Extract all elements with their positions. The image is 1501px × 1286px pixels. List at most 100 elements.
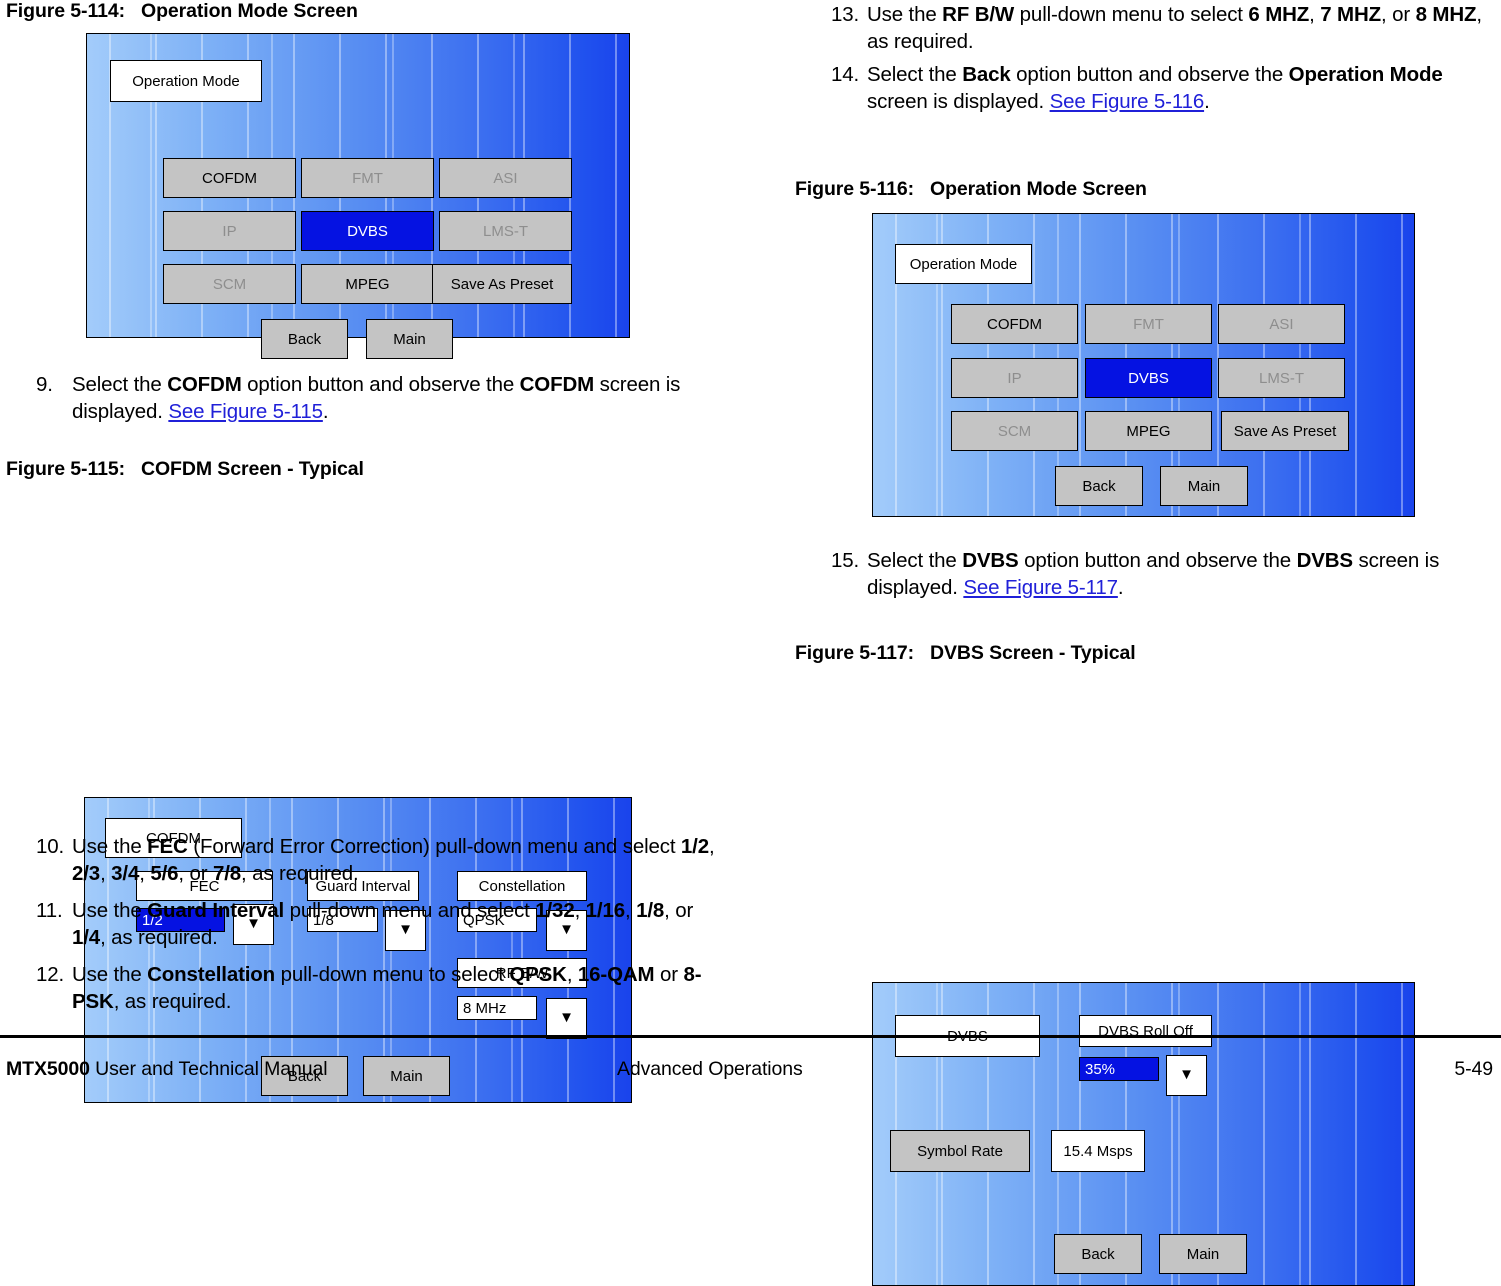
step-text: screen is displayed. [867, 89, 1050, 113]
step-emphasis: FEC [147, 835, 188, 858]
footer-page-number: 5-49 [1454, 1058, 1493, 1080]
step-emphasis: DVBS [1296, 549, 1354, 572]
step-text: pull-down menu to select [1014, 3, 1249, 26]
option-button-scm[interactable]: SCM [163, 264, 296, 304]
option-button-cofdm[interactable]: COFDM [163, 158, 296, 198]
option-button-cofdm[interactable]: COFDM [951, 304, 1078, 344]
symbol-rate-value: 15.4 Msps [1063, 1142, 1133, 1160]
step-12-number: 12. [36, 963, 65, 986]
step-option: 1/8 [636, 899, 665, 922]
main-button-label: Main [393, 330, 426, 348]
step-option: 2/3 [72, 861, 101, 885]
dvbs-roll-off-dropdown-arrow[interactable]: ▼ [1166, 1055, 1207, 1096]
step-15-number: 15. [831, 549, 860, 572]
main-button-label: Main [390, 1067, 423, 1085]
option-button-dvbs[interactable]: DVBS [301, 211, 434, 251]
back-button-label: Back [287, 330, 322, 348]
option-button-save-as-preset[interactable]: Save As Preset [432, 264, 572, 304]
option-button-save-as-preset[interactable]: Save As Preset [1221, 411, 1349, 451]
cross-reference-link-115[interactable]: See Figure 5-115 [168, 400, 323, 423]
step-10-body: Use the FEC (Forward Error Correction) p… [72, 835, 715, 885]
option-button-mpeg[interactable]: MPEG [301, 264, 434, 304]
step-13-number: 13. [831, 3, 860, 26]
screen-title-label: Operation Mode [132, 72, 240, 90]
step-option: 8 MHZ [1415, 3, 1477, 26]
back-button-label: Back [1081, 1245, 1115, 1263]
step-option: 1/32 [535, 899, 575, 922]
option-button-label: DVBS [347, 222, 388, 240]
option-button-label: COFDM [202, 169, 257, 187]
step-text: pull-down menu to select [275, 963, 510, 986]
figure-5-117-caption: Figure 5-117: DVBS Screen - Typical [795, 642, 1136, 665]
main-button[interactable]: Main [1159, 1234, 1247, 1274]
step-text: option button and observe the [241, 373, 520, 396]
step-text: Select the [867, 549, 963, 572]
figure-5-114-caption-title: Operation Mode Screen [141, 0, 358, 22]
cross-reference-link-117[interactable]: See Figure 5-117 [963, 576, 1118, 599]
option-button-ip[interactable]: IP [163, 211, 296, 251]
step-emphasis: RF B/W [942, 3, 1015, 26]
step-text: pull-down menu and select [284, 899, 536, 922]
option-button-fmt[interactable]: FMT [1085, 304, 1212, 344]
step-text: . [1204, 89, 1210, 113]
back-button[interactable]: Back [1054, 1234, 1142, 1274]
option-button-label: ASI [493, 169, 518, 187]
option-button-lms-t[interactable]: LMS-T [439, 211, 572, 251]
option-button-label: ASI [1269, 315, 1294, 333]
operation-mode-screen-114: Operation Mode COFDM FMT ASI IP DVBS LMS… [86, 33, 630, 359]
step-text: (Forward Error Correction) pull-down men… [187, 835, 681, 858]
screen-title-label: Operation Mode [909, 255, 1018, 273]
step-10: 10. Use the FEC (Forward Error Correctio… [0, 834, 730, 887]
figure-5-117-caption-number: Figure 5-117: [795, 642, 914, 664]
option-button-ip[interactable]: IP [951, 358, 1078, 398]
step-9-number: 9. [36, 373, 53, 396]
dvbs-roll-off-value: 35% [1085, 1060, 1116, 1078]
step-13-body: Use the RF B/W pull-down menu to select … [867, 3, 1482, 53]
step-emphasis: COFDM [167, 373, 242, 396]
option-button-dvbs[interactable]: DVBS [1085, 358, 1212, 398]
step-13: 13. Use the RF B/W pull-down menu to sel… [795, 2, 1495, 55]
step-text: Use the [72, 963, 148, 986]
step-option: 1/16 [585, 899, 625, 922]
step-option: 5/6 [150, 861, 179, 885]
step-option: 16-QAM [577, 963, 655, 986]
step-11-number: 11. [36, 899, 63, 922]
step-15: 15. Select the DVBS option button and ob… [795, 548, 1501, 601]
footer-product-name: MTX5000 [6, 1058, 90, 1080]
back-button[interactable]: Back [261, 319, 348, 359]
figure-5-116-caption-title: Operation Mode Screen [930, 178, 1147, 200]
step-12-body: Use the Constellation pull-down menu to … [72, 963, 702, 1013]
step-text: Select the [867, 63, 963, 86]
step-emphasis: DVBS [962, 549, 1019, 572]
option-button-asi[interactable]: ASI [1218, 304, 1345, 344]
step-9: 9. Select the COFDM option button and ob… [0, 372, 720, 425]
back-button[interactable]: Back [1055, 466, 1143, 506]
option-button-label: FMT [352, 169, 383, 187]
footer-section-title: Advanced Operations [617, 1058, 803, 1080]
option-button-asi[interactable]: ASI [439, 158, 572, 198]
operation-mode-screen-116: Operation Mode COFDM FMT ASI IP DVBS LMS… [872, 213, 1415, 517]
step-14: 14. Select the Back option button and ob… [795, 62, 1495, 115]
option-button-scm[interactable]: SCM [951, 411, 1078, 451]
option-button-label: Save As Preset [1233, 422, 1337, 440]
footer-manual-subtitle: User and Technical Manual [89, 1058, 328, 1080]
step-emphasis: Guard Interval [147, 899, 285, 922]
chevron-down-icon: ▼ [1179, 1066, 1194, 1083]
main-button-label: Main [1186, 1245, 1220, 1263]
main-button[interactable]: Main [366, 319, 453, 359]
main-button[interactable]: Main [363, 1056, 450, 1096]
option-button-label: LMS-T [1259, 369, 1304, 387]
step-text: . [322, 399, 329, 423]
dvbs-roll-off-value-field[interactable]: 35% [1079, 1057, 1159, 1081]
step-text: , as required. [241, 861, 359, 885]
option-button-lms-t[interactable]: LMS-T [1218, 358, 1345, 398]
figure-5-115-caption: Figure 5-115: COFDM Screen - Typical [6, 458, 364, 481]
option-button-fmt[interactable]: FMT [301, 158, 434, 198]
option-button-mpeg[interactable]: MPEG [1085, 411, 1212, 451]
cross-reference-link-116[interactable]: See Figure 5-116 [1050, 90, 1205, 113]
figure-5-115-caption-number: Figure 5-115: [6, 458, 125, 480]
symbol-rate-button[interactable]: Symbol Rate [890, 1130, 1030, 1172]
symbol-rate-value-field[interactable]: 15.4 Msps [1051, 1130, 1145, 1172]
main-button[interactable]: Main [1160, 466, 1248, 506]
step-emphasis: Back [962, 63, 1011, 86]
